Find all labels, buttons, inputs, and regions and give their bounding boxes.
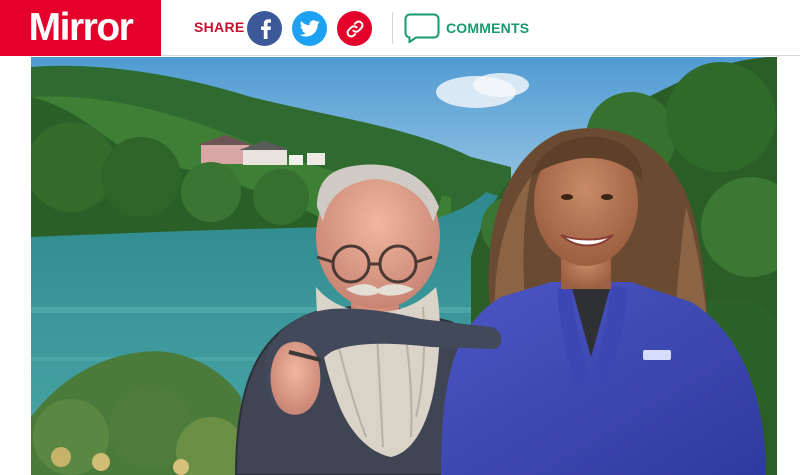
copy-link-button[interactable]: [337, 11, 372, 46]
facebook-share-button[interactable]: [247, 11, 282, 46]
share-label: SHARE: [194, 19, 245, 35]
logo-text: Mirror: [28, 6, 134, 49]
hero-photo-illustration: [31, 57, 777, 475]
mirror-logo[interactable]: Mirror: [0, 0, 161, 56]
twitter-share-button[interactable]: [292, 11, 327, 46]
header-divider: [392, 12, 393, 44]
twitter-icon: [299, 20, 320, 37]
comments-label: COMMENTS: [446, 20, 530, 36]
comments-button[interactable]: COMMENTS: [404, 13, 529, 43]
top-bar: Mirror SHARE COMMENTS: [0, 0, 800, 56]
facebook-icon: [260, 18, 271, 39]
comment-bubble-icon: [404, 13, 440, 43]
link-icon: [346, 20, 363, 37]
hero-photo: [31, 57, 777, 475]
